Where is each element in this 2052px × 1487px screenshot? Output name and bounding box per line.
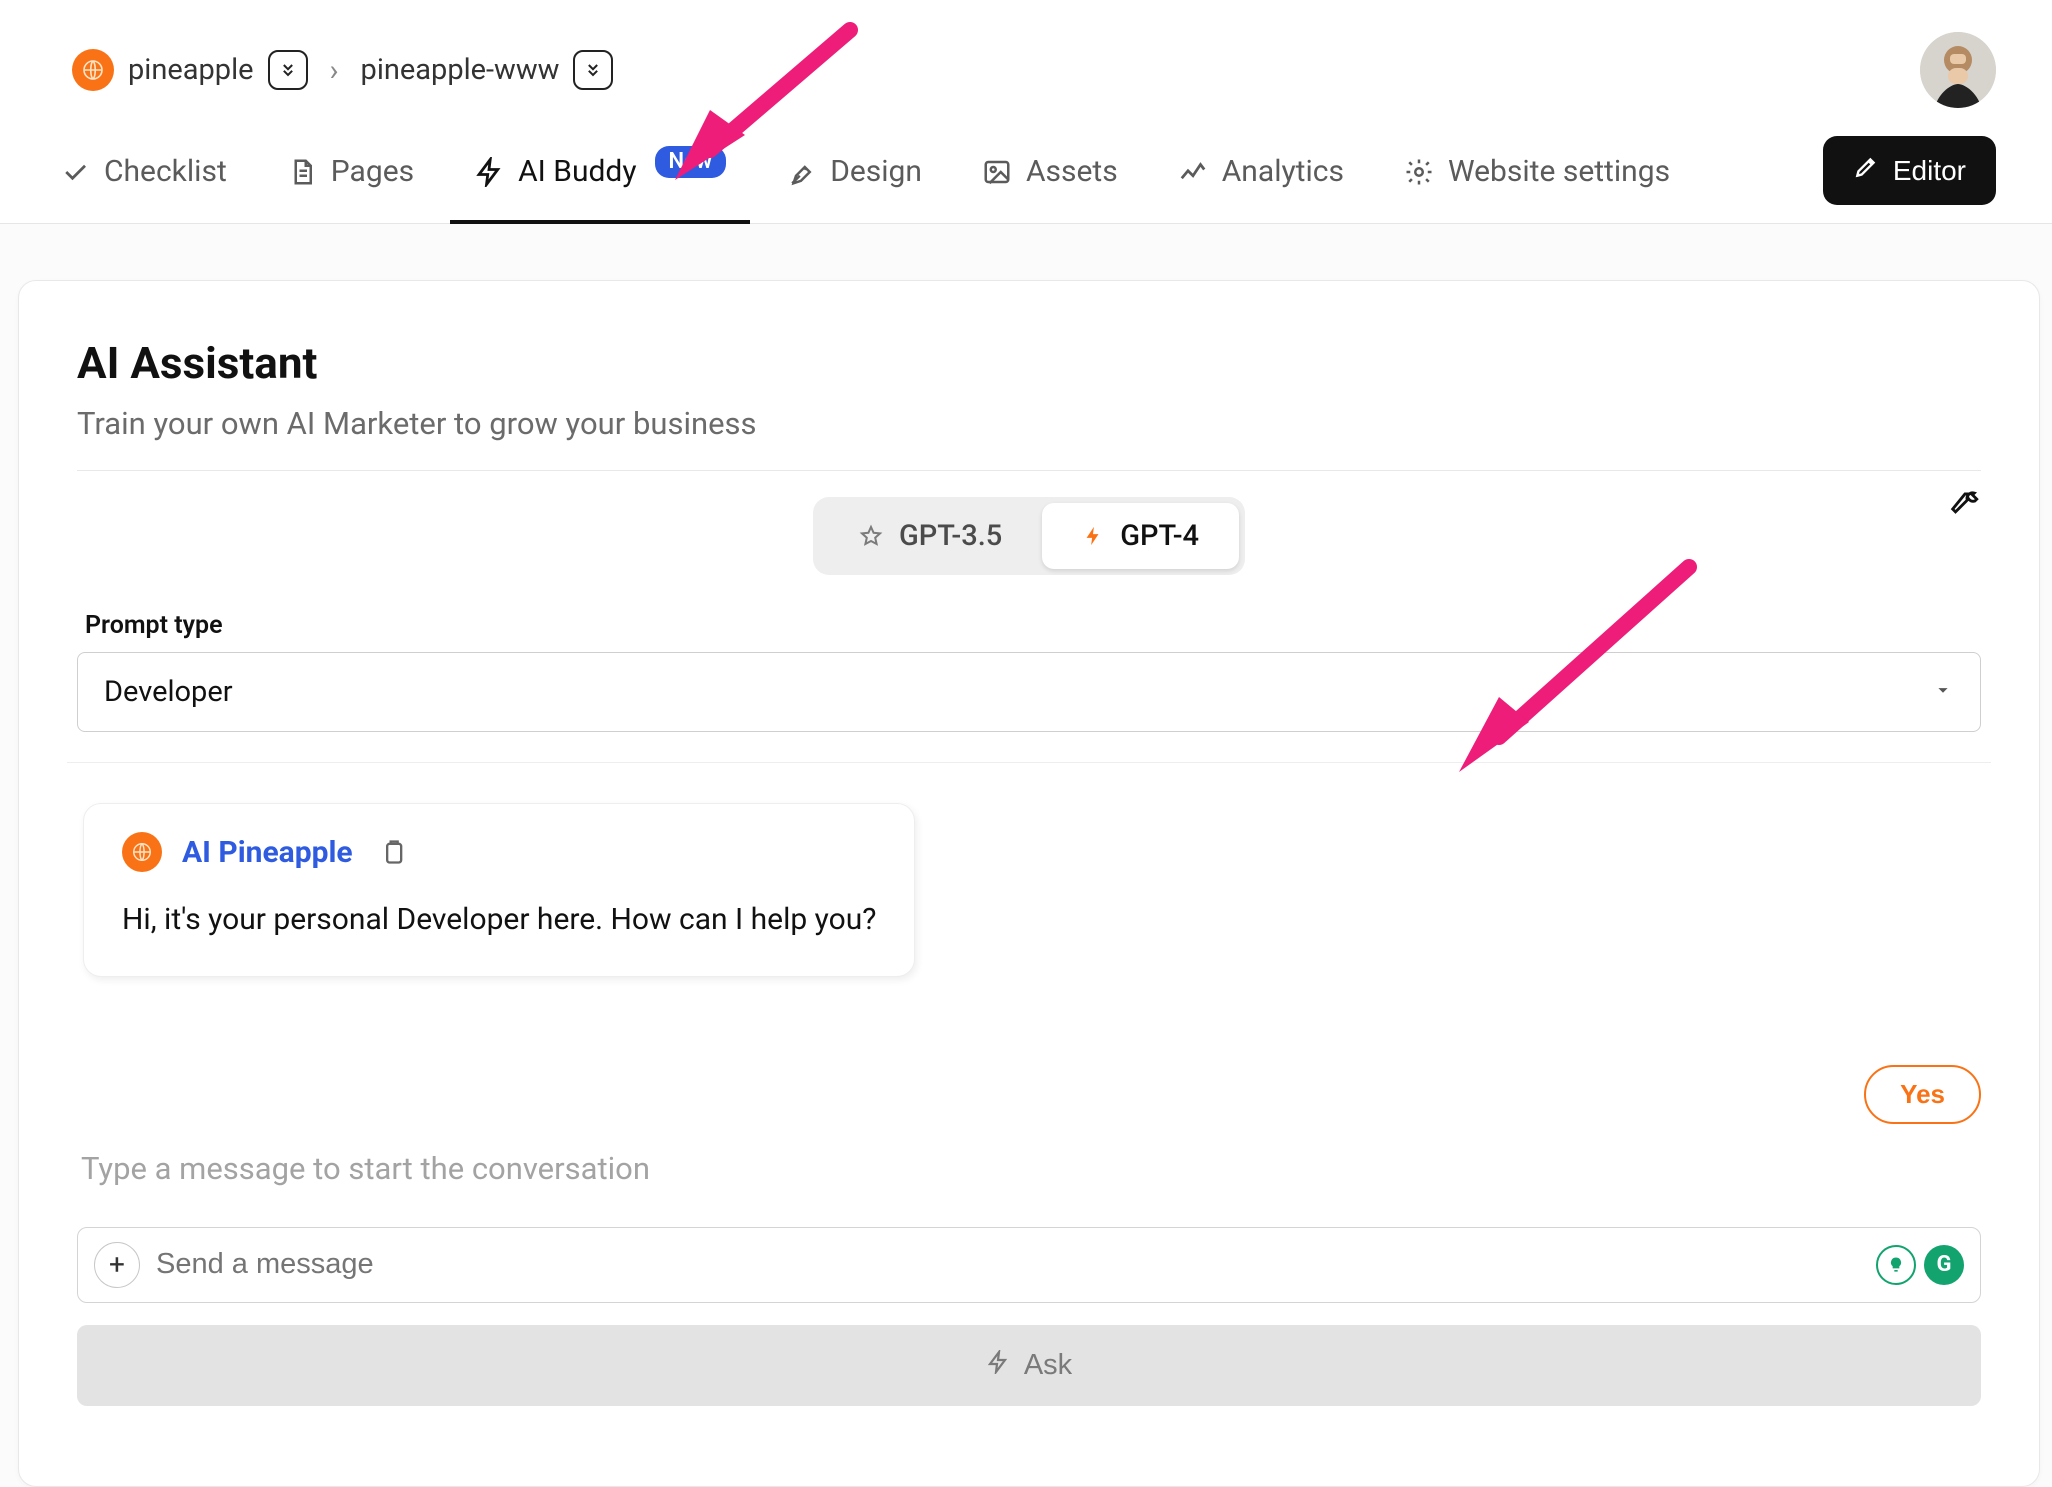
user-avatar[interactable] xyxy=(1920,32,1996,108)
site-dropdown-button[interactable] xyxy=(268,50,308,90)
tab-label: Assets xyxy=(1026,154,1118,189)
lightbulb-icon xyxy=(1886,1255,1906,1275)
grammarly-button[interactable]: G xyxy=(1924,1245,1964,1285)
breadcrumb-site[interactable]: pineapple xyxy=(128,53,254,87)
attach-button[interactable]: + xyxy=(94,1242,140,1288)
page-dropdown-button[interactable] xyxy=(573,50,613,90)
editor-button-label: Editor xyxy=(1893,155,1966,187)
model-label: GPT-4 xyxy=(1120,519,1199,553)
tab-website-settings[interactable]: Website settings xyxy=(1400,136,1674,223)
tab-analytics[interactable]: Analytics xyxy=(1174,136,1348,223)
breadcrumb-page[interactable]: pineapple-www xyxy=(361,53,560,87)
site-logo-icon xyxy=(72,49,114,91)
assistant-message: AI Pineapple Hi, it's your personal Deve… xyxy=(83,803,915,977)
message-input-container: + G xyxy=(77,1227,1981,1303)
page-icon xyxy=(287,157,317,187)
model-segmented-control: GPT-3.5 GPT-4 xyxy=(813,497,1245,575)
prompt-type-label: Prompt type xyxy=(85,611,1981,640)
grammarly-tone-button[interactable] xyxy=(1876,1245,1916,1285)
caret-down-icon xyxy=(1932,675,1954,709)
yes-label: Yes xyxy=(1900,1079,1945,1109)
breadcrumb-separator-icon: › xyxy=(324,53,345,88)
lightning-icon xyxy=(986,1349,1010,1382)
tab-assets[interactable]: Assets xyxy=(978,136,1122,223)
tab-label: Checklist xyxy=(104,154,227,189)
breadcrumb: pineapple › pineapple-www xyxy=(72,49,613,91)
assistant-avatar-icon xyxy=(122,832,162,872)
page-title: AI Assistant xyxy=(77,337,1981,389)
ai-assistant-card: AI Assistant Train your own AI Marketer … xyxy=(18,280,2040,1487)
copy-button[interactable] xyxy=(379,838,407,866)
tab-label: Analytics xyxy=(1222,154,1344,189)
check-icon xyxy=(60,157,90,187)
editor-button[interactable]: Editor xyxy=(1823,136,1996,205)
chevron-double-down-icon xyxy=(583,60,603,80)
chevron-double-down-icon xyxy=(278,60,298,80)
tab-label: AI Buddy xyxy=(518,154,636,189)
assistant-settings-button[interactable] xyxy=(1947,485,1981,523)
assistant-name: AI Pineapple xyxy=(182,835,353,870)
message-input[interactable] xyxy=(156,1248,1860,1281)
tab-label: Website settings xyxy=(1448,154,1670,189)
ask-label: Ask xyxy=(1024,1349,1072,1382)
model-label: GPT-3.5 xyxy=(899,519,1002,553)
main-tabs: Checklist Pages AI Buddy New Design As xyxy=(56,136,1674,223)
grammarly-g-icon: G xyxy=(1937,1252,1952,1277)
prompt-type-value: Developer xyxy=(104,675,233,709)
ask-button[interactable]: Ask xyxy=(77,1325,1981,1406)
model-option-gpt35[interactable]: GPT-3.5 xyxy=(819,503,1042,569)
tab-pages[interactable]: Pages xyxy=(283,136,418,223)
plus-icon: + xyxy=(109,1248,125,1281)
tab-ai-buddy[interactable]: AI Buddy New xyxy=(470,136,730,223)
pen-nib-icon xyxy=(786,157,816,187)
tab-design[interactable]: Design xyxy=(782,136,926,223)
wrench-icon xyxy=(1947,485,1981,519)
model-option-gpt4[interactable]: GPT-4 xyxy=(1042,503,1239,569)
lightning-icon xyxy=(474,157,504,187)
tab-label: Pages xyxy=(331,154,414,189)
gear-icon xyxy=(1404,157,1434,187)
lightning-icon xyxy=(1082,525,1104,547)
pencil-icon xyxy=(1853,154,1879,187)
image-icon xyxy=(982,157,1012,187)
tab-checklist[interactable]: Checklist xyxy=(56,136,231,223)
new-badge: New xyxy=(655,146,727,178)
assistant-message-text: Hi, it's your personal Developer here. H… xyxy=(122,898,876,942)
conversation-hint: Type a message to start the conversation xyxy=(81,1150,1977,1187)
suggestion-yes-button[interactable]: Yes xyxy=(1864,1065,1981,1124)
page-subtitle: Train your own AI Marketer to grow your … xyxy=(77,405,1981,471)
analytics-icon xyxy=(1178,157,1208,187)
star-icon xyxy=(859,524,883,548)
tab-label: Design xyxy=(830,154,922,189)
clipboard-icon xyxy=(379,838,407,866)
prompt-type-select[interactable]: Developer xyxy=(77,652,1981,732)
